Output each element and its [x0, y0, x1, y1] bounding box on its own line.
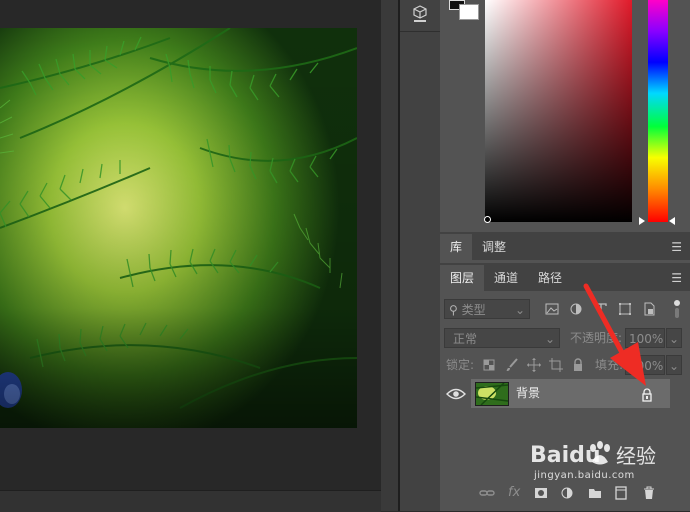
filter-pixel-layer-icon[interactable] [543, 300, 561, 318]
panel-menu-icon[interactable]: ☰ [671, 234, 682, 260]
hue-slider[interactable] [648, 0, 668, 222]
blend-mode-value: 正常 [453, 332, 478, 346]
chevron-down-icon: ⌄ [544, 332, 555, 346]
layer-name[interactable]: 背景 [516, 379, 540, 408]
fill-dropdown-chevron-icon[interactable]: ⌄ [666, 355, 682, 375]
new-adjustment-layer-icon[interactable] [558, 484, 576, 502]
lock-transparent-pixels-icon[interactable] [480, 356, 498, 374]
search-icon: ⚲ [449, 303, 458, 317]
color-picker-cursor[interactable] [484, 216, 491, 223]
tab-libraries[interactable]: 库 [440, 234, 473, 260]
lock-position-move-icon[interactable] [525, 356, 543, 374]
layer-filter-select[interactable]: ⚲ 类型 ⌄ [444, 299, 530, 319]
lock-artboard-icon[interactable] [547, 356, 565, 374]
link-layers-icon[interactable] [478, 484, 496, 502]
layer-filter-label: 类型 [461, 303, 486, 317]
blend-mode-select[interactable]: 正常 ⌄ [444, 328, 560, 348]
tab-layers[interactable]: 图层 [440, 265, 485, 291]
lock-image-pixels-brush-icon[interactable] [503, 356, 521, 374]
add-mask-icon[interactable] [532, 484, 550, 502]
new-layer-icon[interactable] [612, 484, 630, 502]
opacity-dropdown-chevron-icon[interactable]: ⌄ [666, 328, 682, 348]
hue-slider-left-marker [639, 217, 645, 225]
document-canvas-area [0, 0, 381, 490]
tab-channels[interactable]: 通道 [484, 265, 528, 291]
watermark-cn: 经验 [616, 444, 656, 468]
canvas-image-spruce-branches[interactable] [0, 28, 357, 428]
color-saturation-field[interactable] [485, 0, 632, 222]
tab-adjustments[interactable]: 调整 [472, 234, 516, 260]
filter-toggle-switch[interactable] [672, 300, 682, 318]
eye-visibility-icon[interactable] [445, 386, 467, 400]
layer-thumbnail [475, 382, 509, 406]
chevron-down-icon: ⌄ [514, 303, 525, 317]
icon-column-separator [400, 31, 440, 32]
libraries-tabbar: 库 调整 ☰ [440, 232, 690, 260]
document-bottom-bar [0, 490, 381, 512]
layer-style-fx-button[interactable]: fx [508, 484, 520, 502]
3d-cube-panel-icon[interactable] [411, 4, 429, 24]
layers-panel-menu-icon[interactable]: ☰ [671, 265, 682, 291]
baidu-jingyan-watermark: Baidu 经验 jingyan.baidu.com [530, 438, 686, 486]
baidu-paw-logo [587, 440, 613, 468]
annotation-arrow [583, 283, 646, 386]
hue-slider-right-marker [669, 217, 675, 225]
background-color-swatch[interactable] [459, 4, 479, 20]
new-group-folder-icon[interactable] [586, 484, 604, 502]
tab-paths[interactable]: 路径 [528, 265, 572, 291]
color-panel [440, 0, 690, 230]
watermark-url: jingyan.baidu.com [534, 470, 635, 481]
delete-layer-trash-icon[interactable] [640, 484, 658, 502]
collapsed-panel-column [400, 0, 441, 511]
lock-label: 锁定: [446, 358, 475, 372]
